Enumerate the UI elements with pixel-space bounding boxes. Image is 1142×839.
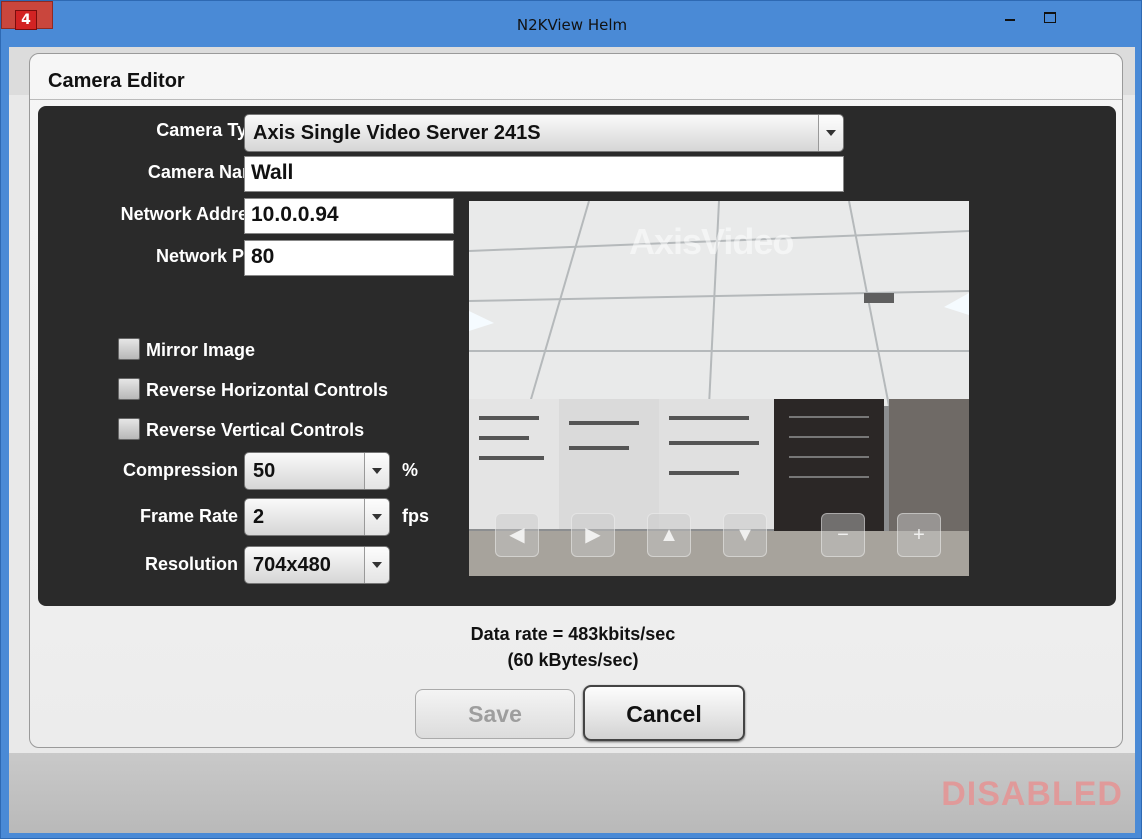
frame-rate-value: 2 bbox=[253, 506, 265, 528]
camera-type-value: Axis Single Video Server 241S bbox=[253, 122, 541, 144]
frame-rate-select[interactable]: 2 bbox=[244, 498, 390, 536]
divider bbox=[30, 99, 1122, 100]
reverse-vertical-checkbox[interactable] bbox=[118, 418, 140, 440]
compression-select[interactable]: 50 bbox=[244, 452, 390, 490]
compression-value: 50 bbox=[253, 460, 276, 482]
chevron-down-icon[interactable] bbox=[364, 499, 389, 535]
watermark-text: AxisVideo bbox=[629, 221, 794, 262]
tilt-up-icon[interactable]: ▲ bbox=[647, 513, 691, 557]
mirror-image-label: Mirror Image bbox=[146, 340, 256, 360]
camera-type-select[interactable]: Axis Single Video Server 241S bbox=[244, 114, 844, 152]
disabled-status: DISABLED bbox=[941, 775, 1123, 813]
app-window: 4 N2KView Helm × DISABLED Camera Editor … bbox=[0, 0, 1142, 839]
network-address-field[interactable]: 10.0.0.94 bbox=[244, 198, 454, 234]
dialog-title: Camera Editor bbox=[48, 70, 185, 92]
data-rate-line2: (60 kBytes/sec) bbox=[507, 650, 639, 670]
chevron-down-icon[interactable] bbox=[364, 453, 389, 489]
compression-unit: % bbox=[402, 460, 419, 480]
minimize-button[interactable] bbox=[995, 5, 1025, 29]
title-bar[interactable]: 4 N2KView Helm × bbox=[1, 1, 1142, 47]
maximize-button[interactable] bbox=[1035, 5, 1065, 29]
resolution-label: Resolution bbox=[145, 554, 238, 574]
pan-left-icon[interactable]: ◀ bbox=[495, 513, 539, 557]
resolution-value: 704x480 bbox=[253, 554, 331, 576]
pan-right-icon[interactable]: ▶ bbox=[571, 513, 615, 557]
frame-rate-label: Frame Rate bbox=[139, 506, 238, 526]
cancel-button[interactable]: Cancel bbox=[583, 685, 745, 741]
window-title: N2KView Helm bbox=[516, 16, 628, 34]
tilt-down-icon[interactable]: ▼ bbox=[723, 513, 767, 557]
camera-preview[interactable]: AxisVideo ◀ ▶ ▲ ▼ − + bbox=[469, 201, 969, 576]
resolution-select[interactable]: 704x480 bbox=[244, 546, 390, 584]
reverse-horizontal-checkbox[interactable] bbox=[118, 378, 140, 400]
reverse-vertical-label: Reverse Vertical Controls bbox=[146, 420, 365, 440]
data-rate-line1: Data rate = 483kbits/sec bbox=[470, 624, 676, 644]
zoom-in-icon[interactable]: + bbox=[897, 513, 941, 557]
network-port-field[interactable]: 80 bbox=[244, 240, 454, 276]
compression-label: Compression bbox=[122, 460, 238, 480]
save-button[interactable]: Save bbox=[415, 689, 575, 739]
reverse-horizontal-label: Reverse Horizontal Controls bbox=[146, 380, 389, 400]
camera-name-field[interactable]: Wall bbox=[244, 156, 844, 192]
mirror-image-checkbox[interactable] bbox=[118, 338, 140, 360]
zoom-out-icon[interactable]: − bbox=[821, 513, 865, 557]
chevron-down-icon[interactable] bbox=[364, 547, 389, 583]
frame-rate-unit: fps bbox=[402, 506, 429, 526]
chevron-down-icon[interactable] bbox=[818, 115, 843, 151]
